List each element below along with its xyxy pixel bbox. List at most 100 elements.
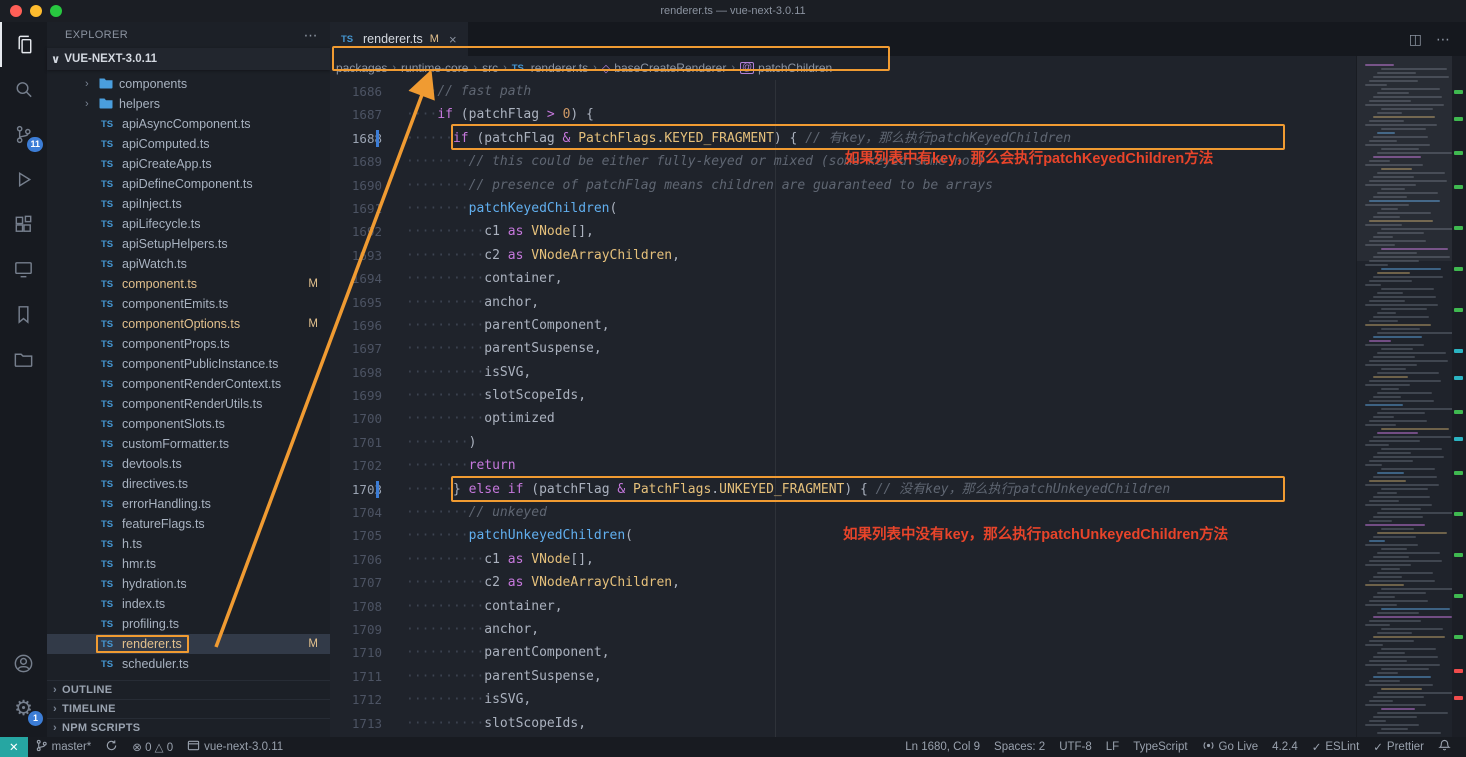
- tree-folder-helpers[interactable]: ›helpers: [47, 94, 330, 114]
- extensions-icon[interactable]: [0, 202, 47, 247]
- status-eol[interactable]: LF: [1099, 737, 1126, 757]
- code-line-1706[interactable]: 1706··········c1 as VNode[],: [330, 548, 1356, 571]
- accounts-icon[interactable]: [0, 641, 47, 686]
- tab-close-icon[interactable]: ×: [449, 32, 457, 47]
- code-line-1711[interactable]: 1711··········parentSuspense,: [330, 665, 1356, 688]
- code-line-1689[interactable]: 1689········// this could be either full…: [330, 150, 1356, 173]
- breadcrumb-item-baseCreateRenderer[interactable]: ◇baseCreateRenderer: [602, 61, 727, 75]
- breadcrumb-item-src[interactable]: src: [482, 61, 498, 75]
- breadcrumb-item-runtime-core[interactable]: runtime-core: [401, 61, 468, 75]
- tree-file-devtools-ts[interactable]: TSdevtools.ts: [47, 454, 330, 474]
- breadcrumb-item-renderer-ts[interactable]: TSrenderer.ts: [512, 61, 588, 75]
- sidebar-section-timeline[interactable]: ›TIMELINE: [47, 699, 330, 718]
- close-window-button[interactable]: [10, 5, 22, 17]
- code-line-1703[interactable]: 1703······} else if (patchFlag & PatchFl…: [330, 478, 1356, 501]
- status-notifications[interactable]: [1431, 737, 1458, 757]
- status-prettier[interactable]: ✓Prettier: [1366, 737, 1431, 757]
- tree-file-apiCreateApp-ts[interactable]: TSapiCreateApp.ts: [47, 154, 330, 174]
- tree-file-hmr-ts[interactable]: TShmr.ts: [47, 554, 330, 574]
- code-line-1701[interactable]: 1701········): [330, 431, 1356, 454]
- minimap[interactable]: [1356, 56, 1452, 737]
- code-editor[interactable]: 1686····// fast path1687····if (patchFla…: [330, 80, 1356, 737]
- breadcrumb-item-patchChildren[interactable]: @patchChildren: [740, 61, 832, 75]
- tree-file-componentEmits-ts[interactable]: TScomponentEmits.ts: [47, 294, 330, 314]
- tree-file-componentOptions-ts[interactable]: TScomponentOptions.tsM: [47, 314, 330, 334]
- tree-file-apiSetupHelpers-ts[interactable]: TSapiSetupHelpers.ts: [47, 234, 330, 254]
- sidebar-section-npm-scripts[interactable]: ›NPM SCRIPTS: [47, 718, 330, 737]
- tree-file-componentProps-ts[interactable]: TScomponentProps.ts: [47, 334, 330, 354]
- code-line-1698[interactable]: 1698··········isSVG,: [330, 361, 1356, 384]
- tree-file-componentRenderUtils-ts[interactable]: TScomponentRenderUtils.ts: [47, 394, 330, 414]
- code-line-1692[interactable]: 1692··········c1 as VNode[],: [330, 220, 1356, 243]
- project-manager-icon[interactable]: [0, 337, 47, 382]
- sidebar-section-outline[interactable]: ›OUTLINE: [47, 680, 330, 699]
- remote-explorer-icon[interactable]: [0, 247, 47, 292]
- code-line-1712[interactable]: 1712··········isSVG,: [330, 688, 1356, 711]
- source-control-icon[interactable]: 11: [0, 112, 47, 157]
- overview-ruler[interactable]: [1452, 56, 1466, 737]
- status-branch[interactable]: master*: [28, 737, 99, 757]
- code-line-1708[interactable]: 1708··········container,: [330, 595, 1356, 618]
- settings-icon[interactable]: ⚙1: [0, 686, 47, 731]
- tree-file-apiWatch-ts[interactable]: TSapiWatch.ts: [47, 254, 330, 274]
- code-line-1705[interactable]: 1705········patchUnkeyedChildren(: [330, 524, 1356, 547]
- code-line-1693[interactable]: 1693··········c2 as VNodeArrayChildren,: [330, 244, 1356, 267]
- code-line-1709[interactable]: 1709··········anchor,: [330, 618, 1356, 641]
- status-cursor-position[interactable]: Ln 1680, Col 9: [898, 737, 987, 757]
- code-line-1694[interactable]: 1694··········container,: [330, 267, 1356, 290]
- status-remote[interactable]: ✕: [0, 737, 28, 757]
- tree-file-h-ts[interactable]: TSh.ts: [47, 534, 330, 554]
- code-line-1690[interactable]: 1690········// presence of patchFlag mea…: [330, 174, 1356, 197]
- code-line-1696[interactable]: 1696··········parentComponent,: [330, 314, 1356, 337]
- status-version[interactable]: 4.2.4: [1265, 737, 1305, 757]
- tree-file-componentPublicInstance-ts[interactable]: TScomponentPublicInstance.ts: [47, 354, 330, 374]
- code-line-1699[interactable]: 1699··········slotScopeIds,: [330, 384, 1356, 407]
- tree-file-apiDefineComponent-ts[interactable]: TSapiDefineComponent.ts: [47, 174, 330, 194]
- code-line-1695[interactable]: 1695··········anchor,: [330, 291, 1356, 314]
- code-line-1697[interactable]: 1697··········parentSuspense,: [330, 337, 1356, 360]
- status-eslint[interactable]: ✓ESLint: [1305, 737, 1367, 757]
- search-icon[interactable]: [0, 67, 47, 112]
- status-encoding[interactable]: UTF-8: [1052, 737, 1099, 757]
- tree-file-profiling-ts[interactable]: TSprofiling.ts: [47, 614, 330, 634]
- status-go-live[interactable]: Go Live: [1195, 737, 1266, 757]
- status-problems[interactable]: ⊗ 0 △ 0: [125, 737, 180, 757]
- tree-file-apiAsyncComponent-ts[interactable]: TSapiAsyncComponent.ts: [47, 114, 330, 134]
- more-actions-icon[interactable]: ⋯: [1436, 31, 1450, 48]
- tree-file-directives-ts[interactable]: TSdirectives.ts: [47, 474, 330, 494]
- code-line-1713[interactable]: 1713··········slotScopeIds,: [330, 712, 1356, 735]
- tree-file-apiLifecycle-ts[interactable]: TSapiLifecycle.ts: [47, 214, 330, 234]
- tree-folder-components[interactable]: ›components: [47, 74, 330, 94]
- tree-file-componentSlots-ts[interactable]: TScomponentSlots.ts: [47, 414, 330, 434]
- code-line-1707[interactable]: 1707··········c2 as VNodeArrayChildren,: [330, 571, 1356, 594]
- code-line-1688[interactable]: 1688······if (patchFlag & PatchFlags.KEY…: [330, 127, 1356, 150]
- code-line-1710[interactable]: 1710··········parentComponent,: [330, 641, 1356, 664]
- tree-file-errorHandling-ts[interactable]: TSerrorHandling.ts: [47, 494, 330, 514]
- code-line-1691[interactable]: 1691········patchKeyedChildren(: [330, 197, 1356, 220]
- sidebar-more-actions-icon[interactable]: ⋯: [304, 27, 318, 44]
- minimize-window-button[interactable]: [30, 5, 42, 17]
- tree-file-component-ts[interactable]: TScomponent.tsM: [47, 274, 330, 294]
- split-editor-icon[interactable]: ◫: [1409, 31, 1422, 48]
- tree-file-componentRenderContext-ts[interactable]: TScomponentRenderContext.ts: [47, 374, 330, 394]
- tree-file-apiComputed-ts[interactable]: TSapiComputed.ts: [47, 134, 330, 154]
- status-sync[interactable]: [98, 737, 125, 757]
- code-line-1686[interactable]: 1686····// fast path: [330, 80, 1356, 103]
- bookmarks-icon[interactable]: [0, 292, 47, 337]
- run-debug-icon[interactable]: [0, 157, 47, 202]
- code-line-1702[interactable]: 1702········return: [330, 454, 1356, 477]
- status-indentation[interactable]: Spaces: 2: [987, 737, 1052, 757]
- zoom-window-button[interactable]: [50, 5, 62, 17]
- status-workspace[interactable]: vue-next-3.0.11: [180, 737, 290, 757]
- explorer-icon[interactable]: [0, 22, 47, 67]
- tab-renderer-ts[interactable]: TS renderer.ts M ×: [330, 22, 468, 56]
- tree-file-index-ts[interactable]: TSindex.ts: [47, 594, 330, 614]
- tree-file-scheduler-ts[interactable]: TSscheduler.ts: [47, 654, 330, 674]
- code-line-1687[interactable]: 1687····if (patchFlag > 0) {: [330, 103, 1356, 126]
- tree-file-customFormatter-ts[interactable]: TScustomFormatter.ts: [47, 434, 330, 454]
- tree-file-renderer-ts[interactable]: TSrenderer.tsM: [47, 634, 330, 654]
- breadcrumb-item-packages[interactable]: packages: [336, 61, 387, 75]
- workspace-root-row[interactable]: ∨ VUE-NEXT-3.0.11: [47, 48, 330, 70]
- code-line-1700[interactable]: 1700··········optimized: [330, 407, 1356, 430]
- tree-file-hydration-ts[interactable]: TShydration.ts: [47, 574, 330, 594]
